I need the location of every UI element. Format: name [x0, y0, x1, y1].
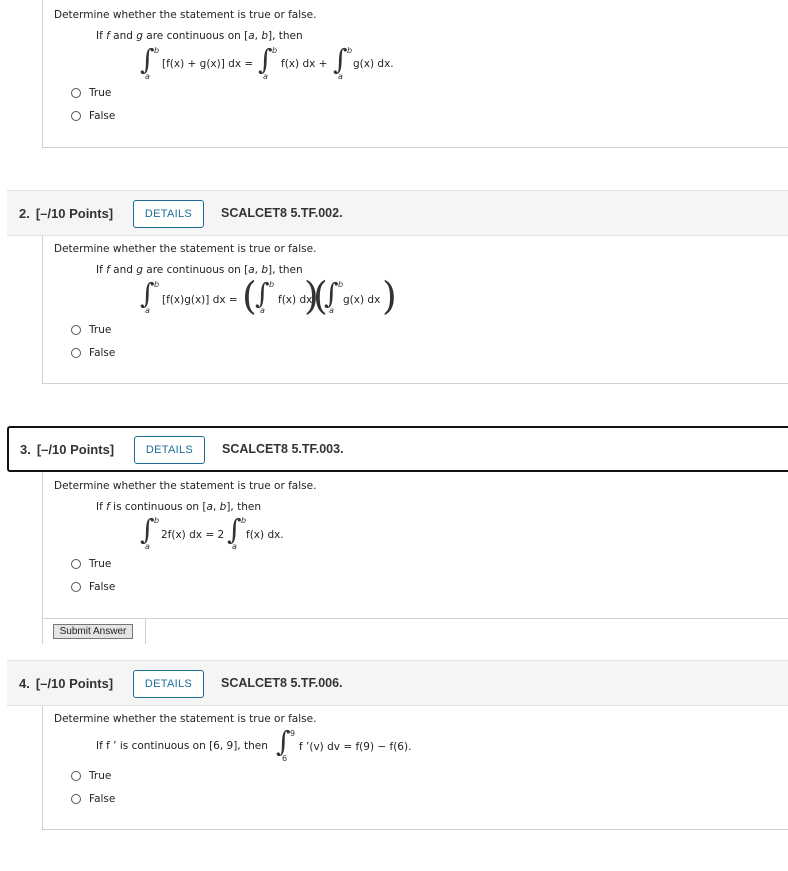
details-button[interactable]: DETAILS [133, 200, 204, 228]
radio-button[interactable] [71, 111, 81, 121]
details-button[interactable]: DETAILS [134, 436, 205, 464]
question-1-condition: If f and g are continuous on [a, b], the… [96, 30, 303, 42]
question-number: 4. [19, 675, 30, 691]
question-3-option-true[interactable]: True [71, 557, 111, 571]
question-points: [–/10 Points] [35, 675, 114, 691]
submit-answer-button[interactable]: Submit Answer [53, 624, 133, 639]
radio-button[interactable] [71, 88, 81, 98]
question-2-option-true[interactable]: True [71, 323, 111, 337]
radio-button[interactable] [71, 771, 81, 781]
question-code: SCALCET8 5.TF.002. [221, 206, 343, 220]
question-4-equation: ∫ 9 6 f ’(v) dv = f(9) − f(6). [276, 725, 412, 764]
question-4-option-true[interactable]: True [71, 769, 111, 783]
question-2-header: 2. [–/10 Points] DETAILS SCALCET8 5.TF.00… [7, 190, 788, 236]
question-3-equation: ∫ b a 2f(x) dx = 2 ∫ b a f(x) dx. [140, 513, 284, 552]
radio-button[interactable] [71, 348, 81, 358]
question-4-header: 4. [–/10 Points] DETAILS SCALCET8 5.TF.00… [7, 660, 788, 706]
radio-button[interactable] [71, 794, 81, 804]
question-code: SCALCET8 5.TF.006. [221, 676, 343, 690]
question-2-prompt: Determine whether the statement is true … [54, 243, 317, 255]
question-4-option-false[interactable]: False [71, 792, 115, 806]
question-4-condition: If f ’ is continuous on [6, 9], then [96, 740, 268, 752]
radio-button[interactable] [71, 582, 81, 592]
question-1-option-false[interactable]: False [71, 109, 115, 123]
question-1-prompt: Determine whether the statement is true … [54, 9, 317, 21]
radio-button[interactable] [71, 325, 81, 335]
question-1-option-true[interactable]: True [71, 86, 111, 100]
question-2-condition: If f and g are continuous on [a, b], the… [96, 264, 303, 276]
question-code: SCALCET8 5.TF.003. [222, 442, 344, 456]
question-points: [–/10 Points] [36, 441, 115, 457]
question-number: 2. [19, 205, 30, 221]
question-1-equation: ∫ b a [f(x) + g(x)] dx = ∫ b a f(x) dx +… [140, 43, 394, 82]
question-4-prompt: Determine whether the statement is true … [54, 713, 317, 725]
question-points: [–/10 Points] [35, 205, 114, 221]
question-number: 3. [20, 441, 31, 457]
divider [146, 618, 788, 619]
question-3-option-false[interactable]: False [71, 580, 115, 594]
details-button[interactable]: DETAILS [133, 670, 204, 698]
radio-button[interactable] [71, 559, 81, 569]
question-2-equation: ∫ b a [f(x)g(x)] dx = ( ∫ b a f(x) dx ) … [140, 274, 397, 318]
question-3-prompt: Determine whether the statement is true … [54, 480, 317, 492]
question-3-header: 3. [–/10 Points] DETAILS SCALCET8 5.TF.00… [7, 426, 788, 472]
question-3-condition: If f is continuous on [a, b], then [96, 501, 261, 513]
question-2-option-false[interactable]: False [71, 346, 115, 360]
